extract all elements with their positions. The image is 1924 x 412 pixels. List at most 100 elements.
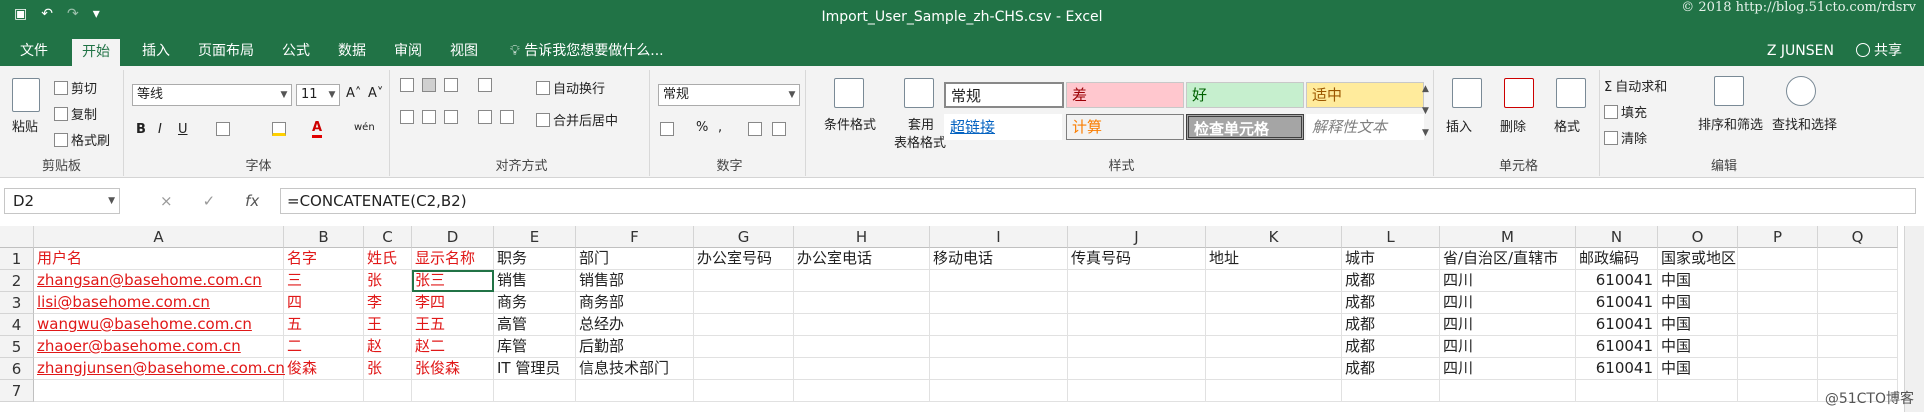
cell-d1[interactable]: 显示名称	[412, 248, 494, 270]
cell-m1[interactable]: 省/自治区/直辖市	[1440, 248, 1576, 270]
insert-cells-button[interactable]: 插入	[1446, 116, 1472, 135]
comma-button[interactable]: ,	[718, 120, 722, 135]
cell-q3[interactable]	[1818, 292, 1898, 314]
column-header-q[interactable]: Q	[1818, 226, 1898, 248]
column-header-g[interactable]: G	[694, 226, 794, 248]
magnifier-icon[interactable]	[1786, 76, 1816, 106]
cell-f6[interactable]: 信息技术部门	[576, 358, 694, 380]
cell-h7[interactable]	[794, 380, 930, 402]
wrap-text-button[interactable]: 自动换行	[536, 78, 605, 97]
cell-i6[interactable]	[930, 358, 1068, 380]
cell-q1[interactable]	[1818, 248, 1898, 270]
cell-e5[interactable]: 库管	[494, 336, 576, 358]
cell-d3[interactable]: 李四	[412, 292, 494, 314]
cell-n4[interactable]: 610041	[1576, 314, 1658, 336]
align-left-button[interactable]	[400, 110, 417, 126]
sort-filter-icon[interactable]	[1714, 76, 1744, 106]
tab-review[interactable]: 审阅	[384, 36, 432, 66]
cell-d5[interactable]: 赵二	[412, 336, 494, 358]
format-table-button[interactable]: 套用	[894, 114, 948, 133]
column-header-c[interactable]: C	[364, 226, 412, 248]
vertical-scrollbar[interactable]	[1904, 226, 1924, 412]
styles-more-icon[interactable]: ▼	[1422, 128, 1429, 138]
bold-button[interactable]: B	[136, 122, 146, 137]
styles-scroll-up-icon[interactable]: ▲	[1422, 84, 1429, 94]
tab-page-layout[interactable]: 页面布局	[188, 36, 264, 66]
cell-o2[interactable]: 中国	[1658, 270, 1738, 292]
format-cells-button[interactable]: 格式	[1554, 116, 1580, 135]
column-header-i[interactable]: I	[930, 226, 1068, 248]
cell-b6[interactable]: 俊森	[284, 358, 364, 380]
cell-l4[interactable]: 成都	[1342, 314, 1440, 336]
cell-i3[interactable]	[930, 292, 1068, 314]
cell-a6[interactable]: zhangjunsen@basehome.com.cn	[34, 358, 285, 380]
cell-f7[interactable]	[576, 380, 694, 402]
cell-e1[interactable]: 职务	[494, 248, 576, 270]
increase-indent-button[interactable]	[500, 110, 517, 126]
style-hyperlink[interactable]: 超链接	[944, 114, 1062, 140]
name-box[interactable]: D2 ▼	[4, 188, 120, 214]
cell-p7[interactable]	[1738, 380, 1818, 402]
fill-color-button[interactable]	[272, 122, 289, 138]
table-format-icon[interactable]	[904, 78, 934, 108]
cell-g6[interactable]	[694, 358, 794, 380]
cell-o7[interactable]	[1658, 380, 1738, 402]
row-header-1[interactable]: 1	[0, 248, 34, 270]
cell-p5[interactable]	[1738, 336, 1818, 358]
row-header-7[interactable]: 7	[0, 380, 34, 402]
cell-d4[interactable]: 王五	[412, 314, 494, 336]
cut-button[interactable]: 剪切	[54, 78, 97, 97]
accounting-button[interactable]	[660, 122, 677, 138]
cell-m6[interactable]: 四川	[1440, 358, 1576, 380]
cell-p3[interactable]	[1738, 292, 1818, 314]
tab-formulas[interactable]: 公式	[272, 36, 320, 66]
tab-insert[interactable]: 插入	[132, 36, 180, 66]
cell-n7[interactable]	[1576, 380, 1658, 402]
decrease-indent-button[interactable]	[478, 110, 495, 126]
cell-h2[interactable]	[794, 270, 930, 292]
cell-n6[interactable]: 610041	[1576, 358, 1658, 380]
cell-j2[interactable]	[1068, 270, 1206, 292]
style-good[interactable]: 好	[1186, 82, 1304, 108]
cell-n2[interactable]: 610041	[1576, 270, 1658, 292]
cell-c6[interactable]: 张	[364, 358, 412, 380]
cell-l2[interactable]: 成都	[1342, 270, 1440, 292]
conditional-format-button[interactable]: 条件格式	[810, 114, 890, 133]
cell-q4[interactable]	[1818, 314, 1898, 336]
cell-g7[interactable]	[694, 380, 794, 402]
tab-data[interactable]: 数据	[328, 36, 376, 66]
cell-o3[interactable]: 中国	[1658, 292, 1738, 314]
cell-l1[interactable]: 城市	[1342, 248, 1440, 270]
cell-l5[interactable]: 成都	[1342, 336, 1440, 358]
cell-i5[interactable]	[930, 336, 1068, 358]
cell-c5[interactable]: 赵	[364, 336, 412, 358]
decrease-decimal-button[interactable]	[772, 122, 789, 138]
cell-b4[interactable]: 五	[284, 314, 364, 336]
row-header-4[interactable]: 4	[0, 314, 34, 336]
column-header-n[interactable]: N	[1576, 226, 1658, 248]
style-explanatory[interactable]: 解释性文本	[1306, 114, 1424, 140]
cell-k3[interactable]	[1206, 292, 1342, 314]
cell-e6[interactable]: IT 管理员	[494, 358, 576, 380]
cell-m2[interactable]: 四川	[1440, 270, 1576, 292]
cell-e2[interactable]: 销售	[494, 270, 576, 292]
cell-d6[interactable]: 张俊森	[412, 358, 494, 380]
paste-icon[interactable]	[12, 78, 40, 112]
cell-k2[interactable]	[1206, 270, 1342, 292]
number-format-combo[interactable]: 常规 ▼	[658, 84, 800, 106]
cell-c7[interactable]	[364, 380, 412, 402]
cell-c1[interactable]: 姓氏	[364, 248, 412, 270]
cell-a3[interactable]: lisi@basehome.com.cn	[34, 292, 284, 314]
align-top-button[interactable]	[400, 78, 417, 94]
font-size-combo[interactable]: 11 ▼	[296, 84, 340, 106]
cell-n5[interactable]: 610041	[1576, 336, 1658, 358]
styles-scroll-down-icon[interactable]: ▼	[1422, 106, 1429, 116]
delete-cells-icon[interactable]	[1504, 78, 1534, 108]
column-header-d[interactable]: D	[412, 226, 494, 248]
user-name[interactable]: Z JUNSEN	[1767, 36, 1834, 66]
column-header-o[interactable]: O	[1658, 226, 1738, 248]
row-header-3[interactable]: 3	[0, 292, 34, 314]
cell-a1[interactable]: 用户名	[34, 248, 284, 270]
cell-q5[interactable]	[1818, 336, 1898, 358]
cell-o6[interactable]: 中国	[1658, 358, 1738, 380]
